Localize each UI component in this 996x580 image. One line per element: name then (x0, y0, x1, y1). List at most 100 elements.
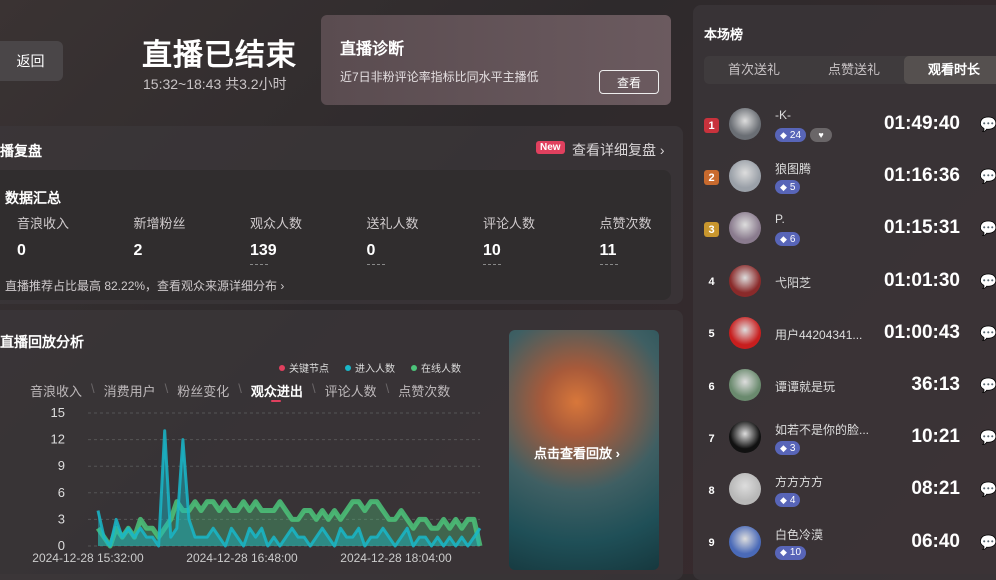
metric-underline (483, 264, 501, 265)
metric-underline (599, 264, 618, 265)
y-tick-label: 15 (51, 405, 65, 420)
ranking-tabs: 首次送礼 点赞送礼 观看时长 (704, 56, 996, 84)
ranking-row[interactable]: 2 狼图腾 ◆ 5 01:16:36 💬 (700, 160, 996, 212)
diamond-icon: ◆ (780, 547, 787, 558)
metric-item[interactable]: 评论人数 10 (483, 213, 583, 265)
new-badge: New (536, 141, 565, 154)
ranking-row[interactable]: 5 用户44204341... 01:00:43 💬 (700, 316, 996, 369)
avatar[interactable] (729, 525, 761, 558)
y-tick-label: 9 (58, 458, 65, 473)
legend-dot (411, 364, 417, 371)
watch-duration: 36:13 (911, 374, 960, 395)
analysis-tabs: 音浪收入 \ 消费用户 \ 粉丝变化 \ 观众进出 \ 评论人数 \ 点赞次数 (30, 381, 459, 402)
chat-icon[interactable]: 💬 (980, 534, 996, 551)
ranking-row[interactable]: 9 白色冷漠 ◆ 10 06:40 💬 (700, 525, 996, 578)
heart-badge-icon: ♥ (810, 128, 832, 142)
avatar[interactable] (729, 264, 761, 297)
replay-label[interactable]: 点击查看回放 › (534, 443, 620, 462)
metric-item[interactable]: 新增粉丝 2 (134, 213, 234, 260)
metric-value: 0 (366, 242, 376, 259)
level-badge: ◆ 24 (775, 128, 807, 142)
ranking-row[interactable]: 1 -K- ◆ 24 ♥ 01:49:40 💬 (700, 108, 996, 160)
avatar[interactable] (729, 369, 761, 401)
x-tick-label: 2024-12-28 15:32:00 (32, 551, 144, 565)
audience-source-link[interactable]: 直播推荐占比最高 82.22%，查看观众来源详细分布 › (5, 277, 284, 294)
ranking-row[interactable]: 3 P. ◆ 6 01:15:31 💬 (700, 212, 996, 264)
metric-item[interactable]: 送礼人数 0 (366, 213, 467, 265)
rank-number: 1 (704, 118, 719, 133)
summary-title: 数据汇总 (5, 190, 61, 206)
chat-icon[interactable]: 💬 (980, 116, 996, 133)
user-name: -K- (775, 108, 791, 122)
level-badge: ◆ 6 (775, 232, 801, 247)
chat-icon[interactable]: 💬 (980, 273, 996, 290)
ranking-tab[interactable]: 观看时长 (904, 56, 996, 84)
avatar[interactable] (729, 108, 761, 140)
legend-item: 进入人数 (345, 360, 395, 375)
tab-separator: \ (164, 381, 169, 396)
metric-label: 音浪收入 (17, 216, 70, 231)
user-name: 狼图腾 (775, 162, 812, 177)
chat-icon[interactable]: 💬 (980, 481, 996, 498)
rank-number: 6 (708, 380, 715, 393)
diagnosis-view-button[interactable]: 查看 (599, 70, 659, 94)
chat-icon[interactable]: 💬 (980, 429, 996, 446)
legend-item: 关键节点 (279, 360, 329, 375)
ranking-row[interactable]: 4 弋阳芝 01:01:30 💬 (700, 264, 996, 317)
ranking-tab[interactable]: 点赞送礼 (804, 56, 904, 84)
analysis-tab[interactable]: 音浪收入 (30, 381, 82, 400)
avatar[interactable] (729, 212, 761, 245)
diamond-icon: ◆ (780, 442, 787, 453)
metric-item[interactable]: 音浪收入 0 (17, 213, 117, 260)
back-button[interactable]: 返回 (0, 41, 63, 81)
diamond-icon: ◆ (780, 233, 787, 244)
rank-number: 7 (708, 432, 715, 445)
diagnosis-card: 直播诊断 近7日非粉评论率指标比同水平主播低 查看 (321, 15, 671, 105)
replay-thumbnail[interactable]: 点击查看回放 › (509, 330, 659, 570)
tab-separator: \ (91, 381, 95, 396)
level-number: 5 (789, 181, 796, 193)
analysis-tab[interactable]: 点赞次数 (398, 381, 450, 400)
metric-label: 新增粉丝 (133, 216, 186, 231)
analysis-tab[interactable]: 观众进出 (251, 381, 303, 402)
metric-value: 11 (599, 242, 617, 259)
ranking-row[interactable]: 7 如若不是你的脸... ◆ 3 10:21 💬 (700, 421, 996, 473)
analysis-tab[interactable]: 评论人数 (325, 381, 377, 400)
x-tick-label: 2024-12-28 16:48:00 (186, 551, 298, 565)
metric-label: 点赞次数 (599, 216, 652, 231)
analysis-tab[interactable]: 粉丝变化 (177, 381, 229, 400)
rank-number: 4 (708, 276, 715, 289)
rank-number: 8 (708, 484, 715, 497)
tab-separator: \ (311, 381, 316, 396)
ranking-row[interactable]: 6 谭谭就是玩 36:13 💬 (700, 369, 996, 421)
avatar[interactable] (729, 421, 761, 454)
chat-icon[interactable]: 💬 (980, 325, 996, 342)
watch-duration: 01:00:43 (883, 321, 960, 343)
user-name: 如若不是你的脸... (775, 423, 870, 438)
page-title: 直播已结束 (142, 39, 297, 72)
chat-icon[interactable]: 💬 (980, 220, 996, 237)
diamond-icon: ◆ (780, 129, 787, 140)
avatar[interactable] (729, 316, 761, 349)
ranking-tab[interactable]: 首次送礼 (704, 56, 804, 84)
avatar[interactable] (729, 473, 761, 506)
level-badge: ◆ 10 (775, 545, 807, 560)
analysis-tab[interactable]: 消费用户 (104, 381, 156, 400)
legend-label: 进入人数 (355, 364, 395, 375)
metric-value: 139 (250, 242, 277, 259)
level-number: 4 (789, 494, 796, 506)
avatar[interactable] (729, 160, 761, 193)
user-name: 白色冷漠 (775, 527, 824, 542)
metric-label: 送礼人数 (366, 216, 419, 231)
diagnosis-title: 直播诊断 (340, 41, 405, 58)
detail-review-link[interactable]: 查看详细复盘 › (572, 140, 665, 160)
chat-icon[interactable]: 💬 (980, 377, 996, 394)
watch-duration: 06:40 (911, 530, 960, 552)
metric-item[interactable]: 点赞次数 11 (599, 213, 700, 265)
ranking-row[interactable]: 8 方方方方 ◆ 4 08:21 💬 (700, 473, 996, 525)
metric-item[interactable]: 观众人数 139 (250, 213, 350, 265)
metric-value: 10 (483, 242, 501, 259)
watch-duration: 01:16:36 (883, 165, 960, 187)
level-number: 6 (789, 233, 796, 245)
chat-icon[interactable]: 💬 (980, 168, 996, 185)
